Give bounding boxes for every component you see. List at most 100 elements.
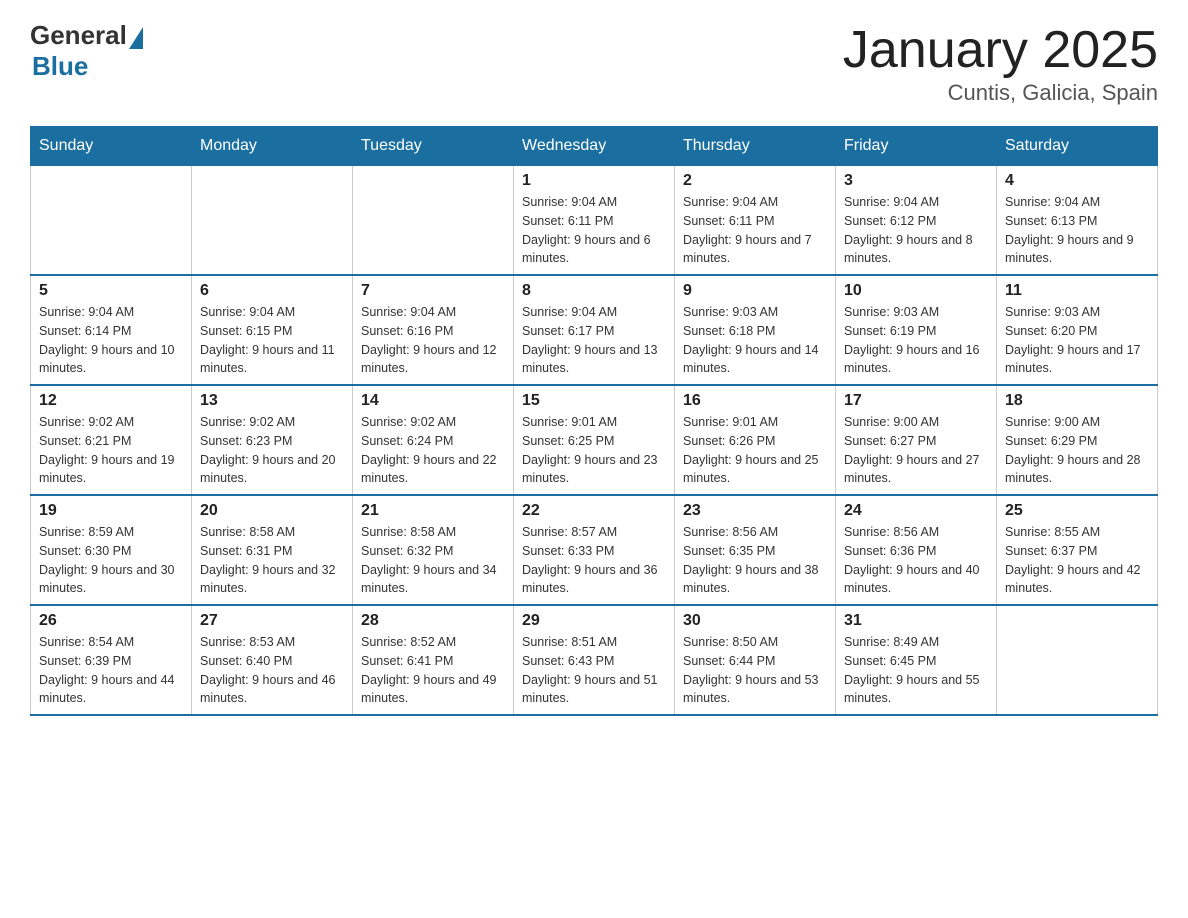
day-of-week-saturday: Saturday — [997, 127, 1158, 166]
day-info: Sunrise: 8:53 AMSunset: 6:40 PMDaylight:… — [200, 633, 344, 708]
day-info: Sunrise: 9:02 AMSunset: 6:21 PMDaylight:… — [39, 413, 183, 488]
calendar-cell: 25Sunrise: 8:55 AMSunset: 6:37 PMDayligh… — [997, 495, 1158, 605]
day-info: Sunrise: 9:03 AMSunset: 6:20 PMDaylight:… — [1005, 303, 1149, 378]
day-number: 11 — [1005, 282, 1149, 300]
day-info: Sunrise: 8:54 AMSunset: 6:39 PMDaylight:… — [39, 633, 183, 708]
day-info: Sunrise: 9:04 AMSunset: 6:15 PMDaylight:… — [200, 303, 344, 378]
week-row-1: 1Sunrise: 9:04 AMSunset: 6:11 PMDaylight… — [31, 166, 1158, 276]
day-of-week-sunday: Sunday — [31, 127, 192, 166]
day-number: 17 — [844, 392, 988, 410]
day-info: Sunrise: 8:57 AMSunset: 6:33 PMDaylight:… — [522, 523, 666, 598]
calendar-cell: 1Sunrise: 9:04 AMSunset: 6:11 PMDaylight… — [514, 166, 675, 276]
day-number: 8 — [522, 282, 666, 300]
calendar-cell: 31 Sunrise: 8:49 AMSunset: 6:45 PMDayligh… — [836, 605, 997, 715]
week-row-3: 12 Sunrise: 9:02 AMSunset: 6:21 PMDayligh… — [31, 385, 1158, 495]
calendar-cell: 20 Sunrise: 8:58 AMSunset: 6:31 PMDayligh… — [192, 495, 353, 605]
day-of-week-friday: Friday — [836, 127, 997, 166]
calendar-cell: 22 Sunrise: 8:57 AMSunset: 6:33 PMDayligh… — [514, 495, 675, 605]
calendar-header: SundayMondayTuesdayWednesdayThursdayFrid… — [31, 127, 1158, 166]
day-number: 24 — [844, 502, 988, 520]
day-number: 19 — [39, 502, 183, 520]
day-number: 30 — [683, 612, 827, 630]
calendar-cell: 18 Sunrise: 9:00 AMSunset: 6:29 PMDayligh… — [997, 385, 1158, 495]
page-header: General Blue January 2025 Cuntis, Galici… — [30, 20, 1158, 106]
calendar-cell: 3 Sunrise: 9:04 AMSunset: 6:12 PMDaylight… — [836, 166, 997, 276]
day-number: 9 — [683, 282, 827, 300]
day-number: 15 — [522, 392, 666, 410]
day-info: Sunrise: 8:49 AMSunset: 6:45 PMDaylight:… — [844, 633, 988, 708]
calendar-cell: 11 Sunrise: 9:03 AMSunset: 6:20 PMDayligh… — [997, 275, 1158, 385]
day-of-week-thursday: Thursday — [675, 127, 836, 166]
calendar-cell — [997, 605, 1158, 715]
calendar-subtitle: Cuntis, Galicia, Spain — [843, 80, 1158, 106]
day-number: 28 — [361, 612, 505, 630]
calendar-title: January 2025 — [843, 20, 1158, 80]
day-number: 14 — [361, 392, 505, 410]
day-info: Sunrise: 8:58 AMSunset: 6:31 PMDaylight:… — [200, 523, 344, 598]
day-number: 27 — [200, 612, 344, 630]
week-row-2: 5 Sunrise: 9:04 AMSunset: 6:14 PMDaylight… — [31, 275, 1158, 385]
day-number: 18 — [1005, 392, 1149, 410]
day-info: Sunrise: 9:02 AMSunset: 6:24 PMDaylight:… — [361, 413, 505, 488]
day-number: 10 — [844, 282, 988, 300]
day-info: Sunrise: 8:58 AMSunset: 6:32 PMDaylight:… — [361, 523, 505, 598]
calendar-cell: 9 Sunrise: 9:03 AMSunset: 6:18 PMDaylight… — [675, 275, 836, 385]
day-number: 21 — [361, 502, 505, 520]
day-info: Sunrise: 9:04 AMSunset: 6:12 PMDaylight:… — [844, 193, 988, 268]
day-info: Sunrise: 9:02 AMSunset: 6:23 PMDaylight:… — [200, 413, 344, 488]
days-of-week-row: SundayMondayTuesdayWednesdayThursdayFrid… — [31, 127, 1158, 166]
calendar-cell: 2Sunrise: 9:04 AMSunset: 6:11 PMDaylight… — [675, 166, 836, 276]
day-info: Sunrise: 9:04 AMSunset: 6:17 PMDaylight:… — [522, 303, 666, 378]
day-number: 26 — [39, 612, 183, 630]
calendar-cell: 10Sunrise: 9:03 AMSunset: 6:19 PMDayligh… — [836, 275, 997, 385]
day-info: Sunrise: 8:56 AMSunset: 6:35 PMDaylight:… — [683, 523, 827, 598]
day-info: Sunrise: 8:55 AMSunset: 6:37 PMDaylight:… — [1005, 523, 1149, 598]
calendar-cell: 26 Sunrise: 8:54 AMSunset: 6:39 PMDayligh… — [31, 605, 192, 715]
logo-general-text: General — [30, 20, 127, 51]
calendar-cell: 14 Sunrise: 9:02 AMSunset: 6:24 PMDayligh… — [353, 385, 514, 495]
day-number: 22 — [522, 502, 666, 520]
day-info: Sunrise: 8:59 AMSunset: 6:30 PMDaylight:… — [39, 523, 183, 598]
calendar-cell: 24 Sunrise: 8:56 AMSunset: 6:36 PMDayligh… — [836, 495, 997, 605]
day-info: Sunrise: 8:56 AMSunset: 6:36 PMDaylight:… — [844, 523, 988, 598]
day-number: 7 — [361, 282, 505, 300]
day-number: 1 — [522, 172, 666, 190]
calendar-cell — [192, 166, 353, 276]
calendar-body: 1Sunrise: 9:04 AMSunset: 6:11 PMDaylight… — [31, 166, 1158, 716]
day-number: 6 — [200, 282, 344, 300]
calendar-cell: 30 Sunrise: 8:50 AMSunset: 6:44 PMDayligh… — [675, 605, 836, 715]
day-number: 13 — [200, 392, 344, 410]
calendar-cell: 12 Sunrise: 9:02 AMSunset: 6:21 PMDayligh… — [31, 385, 192, 495]
day-info: Sunrise: 9:01 AMSunset: 6:26 PMDaylight:… — [683, 413, 827, 488]
calendar-cell — [31, 166, 192, 276]
day-number: 31 — [844, 612, 988, 630]
day-info: Sunrise: 9:01 AMSunset: 6:25 PMDaylight:… — [522, 413, 666, 488]
calendar-cell: 5 Sunrise: 9:04 AMSunset: 6:14 PMDaylight… — [31, 275, 192, 385]
calendar-cell: 28 Sunrise: 8:52 AMSunset: 6:41 PMDayligh… — [353, 605, 514, 715]
calendar-cell: 6 Sunrise: 9:04 AMSunset: 6:15 PMDaylight… — [192, 275, 353, 385]
logo-triangle-icon — [129, 27, 143, 49]
day-number: 5 — [39, 282, 183, 300]
day-info: Sunrise: 9:00 AMSunset: 6:29 PMDaylight:… — [1005, 413, 1149, 488]
day-info: Sunrise: 9:04 AMSunset: 6:14 PMDaylight:… — [39, 303, 183, 378]
day-info: Sunrise: 8:50 AMSunset: 6:44 PMDaylight:… — [683, 633, 827, 708]
calendar-cell: 4Sunrise: 9:04 AMSunset: 6:13 PMDaylight… — [997, 166, 1158, 276]
day-number: 20 — [200, 502, 344, 520]
calendar-cell: 15 Sunrise: 9:01 AMSunset: 6:25 PMDayligh… — [514, 385, 675, 495]
calendar-cell: 21 Sunrise: 8:58 AMSunset: 6:32 PMDayligh… — [353, 495, 514, 605]
day-info: Sunrise: 9:03 AMSunset: 6:18 PMDaylight:… — [683, 303, 827, 378]
day-number: 12 — [39, 392, 183, 410]
calendar-cell: 13 Sunrise: 9:02 AMSunset: 6:23 PMDayligh… — [192, 385, 353, 495]
title-section: January 2025 Cuntis, Galicia, Spain — [843, 20, 1158, 106]
day-info: Sunrise: 8:52 AMSunset: 6:41 PMDaylight:… — [361, 633, 505, 708]
calendar-cell: 16Sunrise: 9:01 AMSunset: 6:26 PMDayligh… — [675, 385, 836, 495]
day-info: Sunrise: 9:00 AMSunset: 6:27 PMDaylight:… — [844, 413, 988, 488]
calendar-cell: 8 Sunrise: 9:04 AMSunset: 6:17 PMDaylight… — [514, 275, 675, 385]
logo: General Blue — [30, 20, 143, 82]
day-number: 3 — [844, 172, 988, 190]
day-number: 29 — [522, 612, 666, 630]
day-info: Sunrise: 9:04 AMSunset: 6:16 PMDaylight:… — [361, 303, 505, 378]
calendar-cell: 29Sunrise: 8:51 AMSunset: 6:43 PMDayligh… — [514, 605, 675, 715]
day-of-week-monday: Monday — [192, 127, 353, 166]
day-number: 23 — [683, 502, 827, 520]
